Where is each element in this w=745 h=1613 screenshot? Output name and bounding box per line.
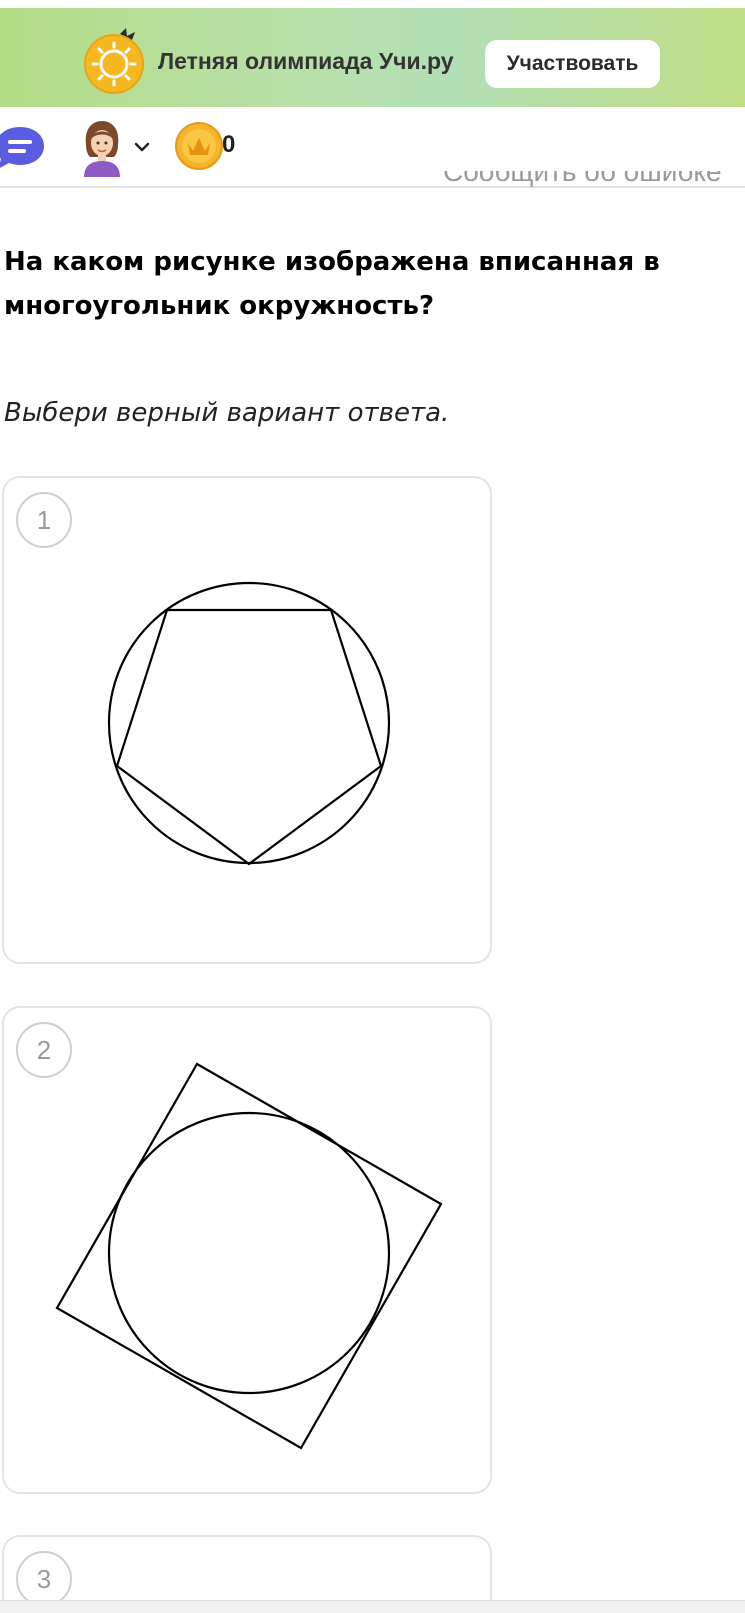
avatar[interactable] [78,119,126,177]
option-number: 2 [16,1022,72,1078]
participate-button[interactable]: Участвовать [485,40,660,88]
instruction-text: Выбери верный вариант ответа. [4,398,450,428]
report-error-label: Сообщить об ошибке [443,171,722,187]
coin-count: 0 [222,131,236,158]
question-text: На каком рисунке изображена вписанная в … [4,247,660,321]
answer-option-2[interactable]: 2 [2,1006,492,1494]
bottom-edge [0,1600,745,1613]
answer-option-3[interactable]: 3 [2,1535,492,1607]
olympiad-banner[interactable]: Летняя олимпиада Учи.ру Участвовать [0,8,745,107]
option-number: 3 [16,1551,72,1607]
banner-title: Летняя олимпиада Учи.ру [158,48,454,74]
crown-coin-icon [175,122,223,170]
chat-bubble-icon[interactable] [0,125,46,171]
option-number: 1 [16,492,72,548]
chevron-down-icon[interactable] [134,141,150,153]
pentagon-inscribed-in-circle-figure [107,581,391,866]
answer-option-1[interactable]: 1 [2,476,492,964]
sun-icon [84,28,144,94]
report-error-link[interactable]: Сообщить об ошибке [443,171,722,187]
circle-inscribed-in-square-figure [55,1062,443,1450]
